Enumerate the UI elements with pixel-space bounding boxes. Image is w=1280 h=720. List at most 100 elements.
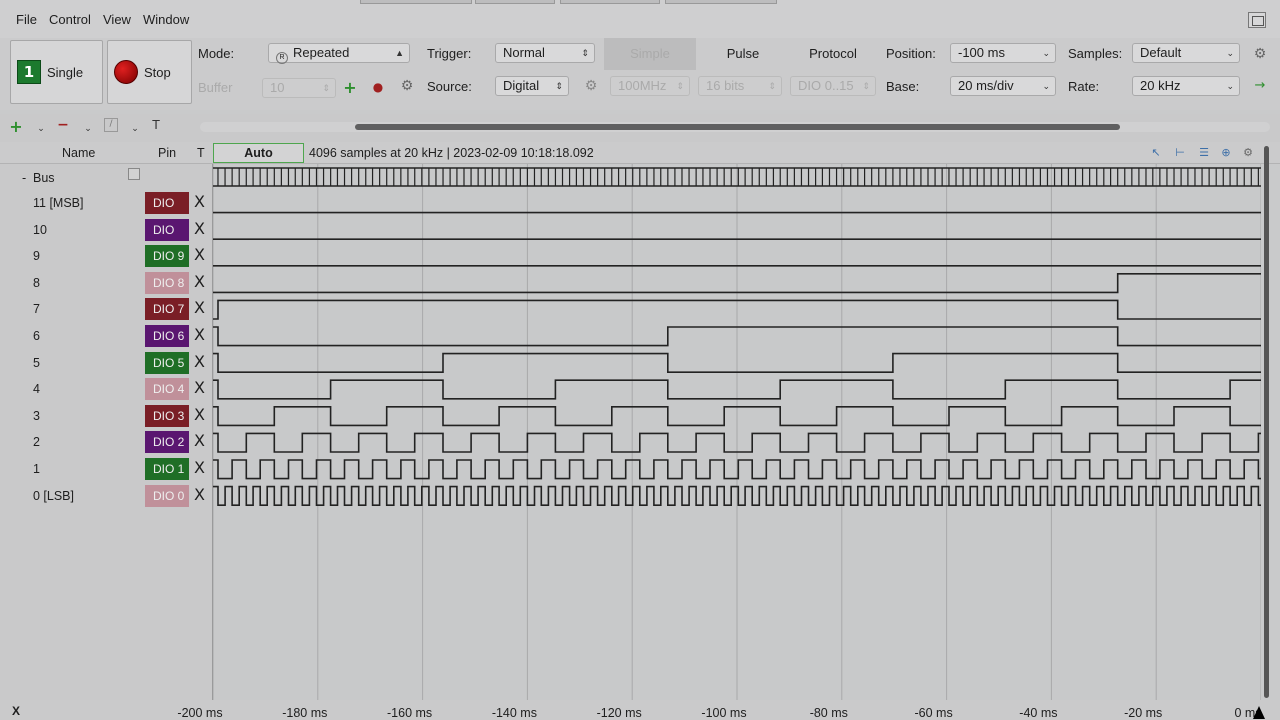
top-tab-help[interactable] <box>475 0 555 4</box>
chevron-down-icon[interactable]: ⌄ <box>82 124 94 134</box>
zoom-icon[interactable]: ⊕ <box>1218 146 1234 160</box>
frequency-select[interactable]: 100MHz ⇕ <box>610 76 690 96</box>
menu-window[interactable]: Window <box>143 12 189 27</box>
channel-row[interactable]: 4 DIO 4 X <box>0 376 212 403</box>
source-label: Source: <box>427 79 472 94</box>
menu-file[interactable]: File <box>16 12 37 27</box>
channel-row[interactable]: 10 DIO 10 X <box>0 217 212 259</box>
add-icon[interactable]: + <box>342 78 358 97</box>
trigger-condition-icon[interactable]: X <box>194 219 205 238</box>
top-tab-logic[interactable] <box>560 0 660 4</box>
cursor-icon[interactable]: ↖ <box>1148 146 1164 160</box>
position-select[interactable]: -100 ms ⌄ <box>950 43 1056 63</box>
menu-control[interactable]: Control <box>49 12 91 27</box>
bus-row[interactable]: - Bus <box>0 164 212 190</box>
samples-label: Samples: <box>1068 46 1123 61</box>
vertical-scroll-thumb[interactable] <box>1264 146 1269 698</box>
arrow-right-icon[interactable]: → <box>1252 78 1268 93</box>
rate-select[interactable]: 20 kHz ⌄ <box>1132 76 1240 96</box>
base-select[interactable]: 20 ms/div ⌄ <box>950 76 1056 96</box>
pin-badge[interactable]: DIO 9 <box>145 245 189 268</box>
trigger-condition-icon[interactable]: X <box>194 378 205 397</box>
settings-gear-icon[interactable]: ⚙ <box>1252 46 1268 62</box>
zoom-fit-icon[interactable]: ☰ <box>1196 146 1212 160</box>
trigger-condition-icon[interactable]: X <box>194 245 205 264</box>
trigger-condition-icon[interactable]: X <box>194 485 205 504</box>
pin-badge[interactable]: DIO 0 <box>145 484 189 507</box>
window-restore-icon[interactable] <box>1248 12 1266 28</box>
trigger-condition-icon[interactable]: X <box>194 325 205 344</box>
trigger-condition-icon[interactable]: X <box>194 431 205 450</box>
pin-badge[interactable]: DIO 6 <box>145 325 189 347</box>
tab-pulse[interactable]: Pulse <box>700 46 786 61</box>
horizontal-scroll-thumb[interactable] <box>355 124 1120 130</box>
pin-badge[interactable]: DIO 11 <box>145 192 189 232</box>
source-select[interactable]: Digital ⇕ <box>495 76 569 96</box>
pin-badge[interactable]: DIO 4 <box>145 378 189 401</box>
pin-badge[interactable]: DIO 1 <box>145 458 189 480</box>
remove-channel-icon[interactable]: − <box>56 117 70 133</box>
bus-format-icon[interactable] <box>128 168 140 180</box>
plot-settings-icon[interactable]: ⚙ <box>1240 146 1256 160</box>
channel-row[interactable]: 5 DIO 5 X <box>0 350 212 377</box>
mode-select[interactable]: R Repeated ▲ <box>268 43 410 64</box>
axis-tick-label: -140 ms <box>491 706 537 720</box>
single-button[interactable]: 1 Single <box>10 40 103 104</box>
channel-row[interactable]: 7 DIO 7 X <box>0 296 212 323</box>
pin-badge[interactable]: DIO 5 <box>145 351 189 374</box>
top-tab-scope[interactable] <box>665 0 777 4</box>
vertical-scrollbar[interactable] <box>1262 142 1272 700</box>
edit-icon[interactable]: / <box>104 118 118 132</box>
samples-select[interactable]: Default ⌄ <box>1132 43 1240 63</box>
channel-row[interactable]: 8 DIO 8 X <box>0 270 212 297</box>
zoom-left-icon[interactable]: ⊢ <box>1172 146 1188 160</box>
channel-row[interactable]: 0 [LSB] DIO 0 X <box>0 483 212 510</box>
stop-button[interactable]: Stop <box>107 40 192 104</box>
channel-name: 11 [MSB] <box>33 196 84 210</box>
pin-badge[interactable]: DIO 10 <box>145 218 189 259</box>
top-tab-welcome[interactable] <box>360 0 472 4</box>
pin-badge[interactable]: DIO 3 <box>145 404 189 427</box>
bus-expander-icon[interactable]: - <box>22 171 26 185</box>
menu-view[interactable]: View <box>103 12 131 27</box>
trigger-condition-icon[interactable]: X <box>194 458 205 477</box>
channel-row[interactable]: 3 DIO 3 X <box>0 403 212 430</box>
pin-badge[interactable]: DIO 8 <box>145 271 189 294</box>
remove-icon[interactable]: ● <box>370 80 386 94</box>
column-pin[interactable]: Pin <box>158 146 176 160</box>
trigger-column-icon[interactable]: T <box>150 118 162 132</box>
channel-row[interactable]: 6 DIO 6 X <box>0 323 212 350</box>
bits-select[interactable]: 16 bits ⇕ <box>698 76 782 96</box>
pin-badge[interactable]: DIO 2 <box>145 431 189 454</box>
buffer-input[interactable]: 10 ⇕ <box>262 78 336 98</box>
channel-row[interactable]: 9 DIO 9 X <box>0 243 212 270</box>
column-trigger[interactable]: T <box>197 146 205 160</box>
bus-label: Bus <box>33 171 55 185</box>
tab-simple[interactable]: Simple <box>604 38 696 70</box>
channel-name: 3 <box>33 408 40 423</box>
gear-icon[interactable]: ⚙ <box>398 78 416 94</box>
base-value: 20 ms/div <box>958 78 1014 93</box>
trigger-position-marker[interactable] <box>1253 706 1265 719</box>
trigger-select[interactable]: Normal ⇕ <box>495 43 595 63</box>
add-channel-icon[interactable]: + <box>8 117 24 136</box>
trigger-condition-icon[interactable]: X <box>194 352 205 371</box>
channel-row[interactable]: 2 DIO 2 X <box>0 429 212 456</box>
axis-tick-label: -100 ms <box>701 706 747 720</box>
tab-protocol[interactable]: Protocol <box>790 46 876 61</box>
trigger-condition-icon[interactable]: X <box>194 192 205 211</box>
column-name[interactable]: Name <box>62 146 95 160</box>
trigger-condition-icon[interactable]: X <box>194 298 205 317</box>
trigger-condition-icon[interactable]: X <box>194 272 205 291</box>
waveform-plot[interactable] <box>212 164 1262 700</box>
trigger-condition-icon[interactable]: X <box>194 405 205 424</box>
dio-range-select[interactable]: DIO 0..15 ⇕ <box>790 76 876 96</box>
rate-label: Rate: <box>1068 79 1100 94</box>
channel-row[interactable]: 11 [MSB] DIO 11 X <box>0 190 212 232</box>
chevron-down-icon[interactable]: ⌄ <box>35 124 47 134</box>
source-settings-icon[interactable]: ⚙ <box>582 78 600 94</box>
horizontal-scrollbar[interactable] <box>200 122 1270 132</box>
chevron-down-icon[interactable]: ⌄ <box>129 124 141 134</box>
pin-badge[interactable]: DIO 7 <box>145 298 189 321</box>
channel-row[interactable]: 1 DIO 1 X <box>0 456 212 483</box>
